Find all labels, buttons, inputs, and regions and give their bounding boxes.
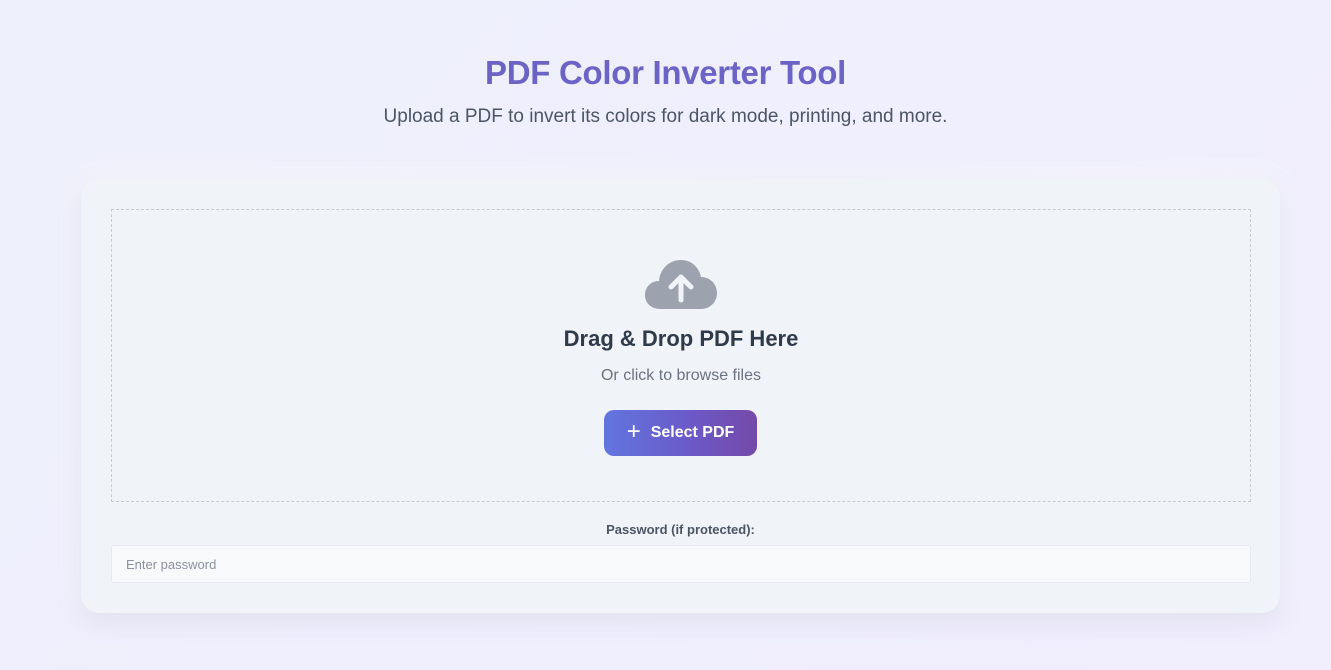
dropzone-subtitle: Or click to browse files	[600, 367, 762, 384]
page-subtitle: Upload a PDF to invert its colors for da…	[383, 106, 948, 127]
dropzone-title: Drag & Drop PDF Here	[563, 326, 799, 351]
select-pdf-button[interactable]: + Select PDF	[604, 410, 757, 456]
select-pdf-label: Select PDF	[650, 424, 735, 441]
password-label: Password (if protected):	[606, 522, 755, 537]
password-input[interactable]	[111, 545, 1251, 583]
page-header: PDF Color Inverter Tool Upload a PDF to …	[0, 52, 1331, 130]
cloud-upload-icon	[645, 260, 717, 309]
page-title: PDF Color Inverter Tool	[484, 54, 846, 91]
plus-icon: +	[626, 418, 641, 445]
upload-card: Drag & Drop PDF Here Or click to browse …	[81, 179, 1280, 613]
pdf-dropzone[interactable]: Drag & Drop PDF Here Or click to browse …	[111, 209, 1251, 502]
